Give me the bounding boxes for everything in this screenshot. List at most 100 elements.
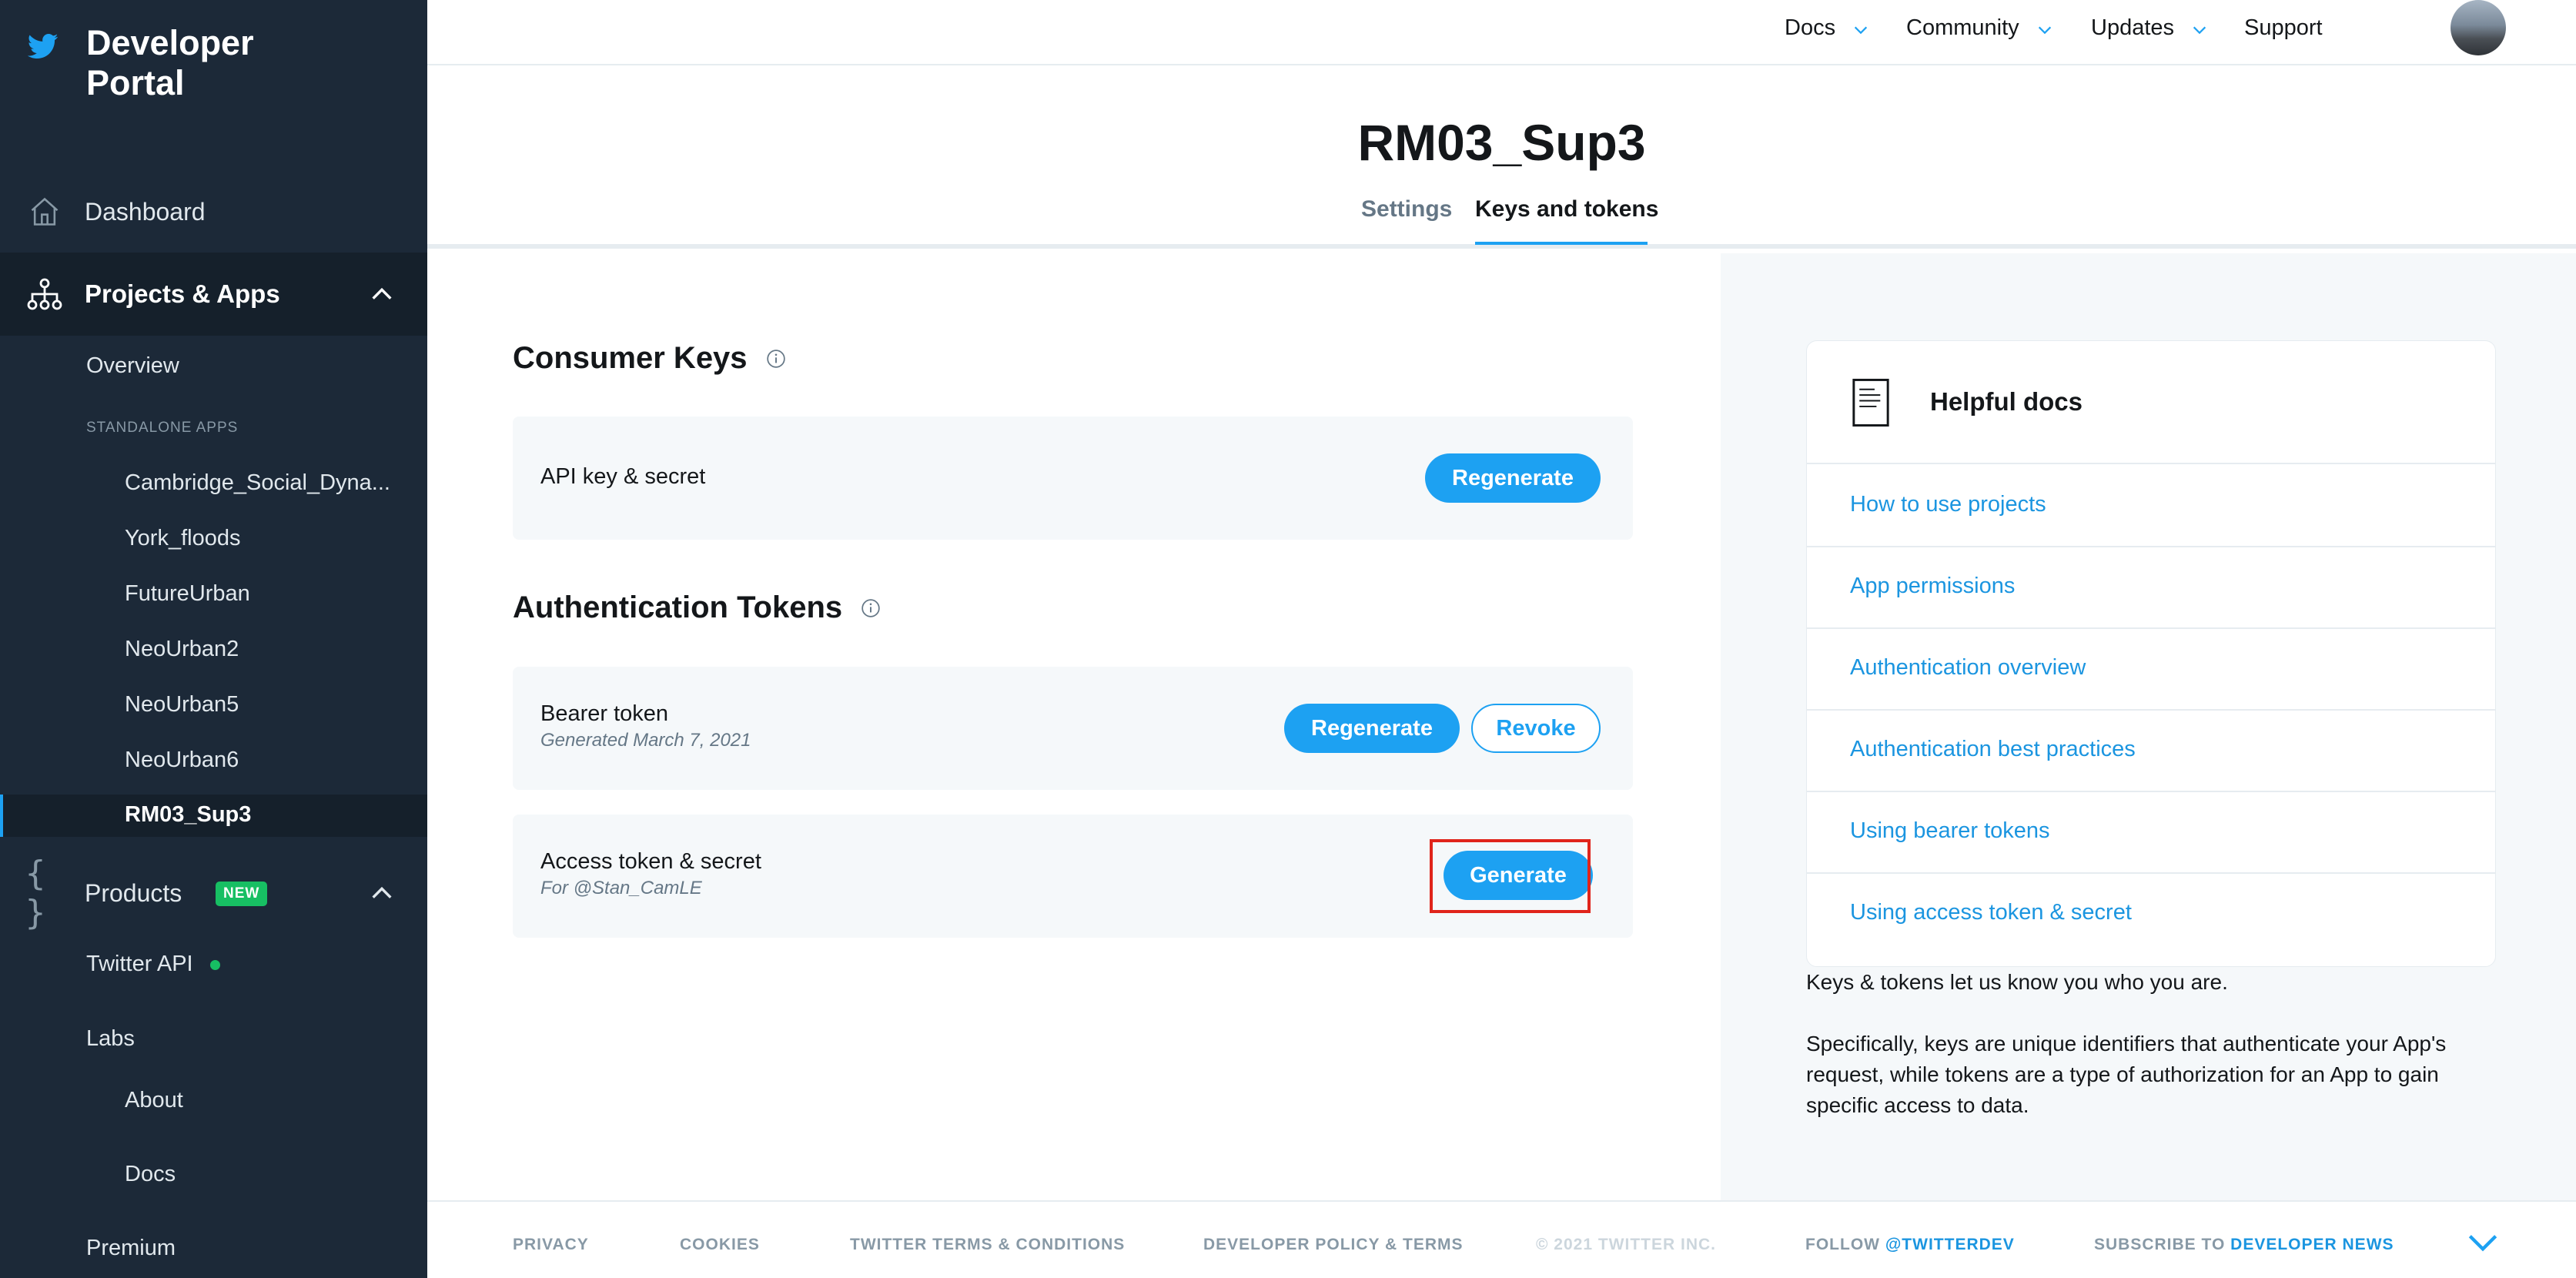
sidebar-item-about[interactable]: About	[125, 1088, 183, 1113]
doc-link[interactable]: Authentication overview	[1807, 629, 2495, 711]
sidebar-item-label: Twitter API	[86, 952, 193, 976]
doc-link-label: App permissions	[1850, 574, 2016, 598]
sidebar-app-item[interactable]: York_floods	[125, 526, 240, 551]
doc-link[interactable]: How to use projects	[1807, 466, 2495, 547]
chevron-up-icon[interactable]	[369, 281, 395, 307]
tab-keys-and-tokens[interactable]: Keys and tokens	[1475, 196, 1658, 222]
doc-link[interactable]: Using bearer tokens	[1807, 792, 2495, 874]
footer-terms-link[interactable]: TWITTER TERMS & CONDITIONS	[850, 1236, 1125, 1254]
brand-title: Developer Portal	[86, 23, 254, 102]
regenerate-bearer-token-button[interactable]: Regenerate	[1284, 704, 1460, 753]
chevron-down-icon	[2193, 26, 2206, 34]
home-icon	[25, 192, 65, 232]
new-badge: NEW	[216, 882, 268, 906]
helpful-docs-header: Helpful docs	[1807, 341, 2495, 464]
topnav-community[interactable]: Community	[1906, 15, 2053, 41]
consumer-keys-section-title: Consumer Keys	[513, 341, 786, 376]
document-icon	[1852, 378, 1889, 427]
active-tab-indicator	[1475, 242, 1648, 245]
twitter-logo-icon	[27, 34, 59, 59]
footer-follow-label: FOLLOW	[1805, 1236, 1880, 1253]
footer-cookies-link[interactable]: COOKIES	[680, 1236, 760, 1254]
bearer-token-label: Bearer token	[540, 701, 669, 726]
sidebar-item-premium[interactable]: Premium	[86, 1236, 176, 1261]
footer-subscribe-link[interactable]: DEVELOPER NEWS	[2230, 1236, 2394, 1253]
sidebar: Developer Portal Dashboard Projects & Ap…	[0, 0, 427, 1278]
topnav-label: Community	[1906, 15, 2019, 40]
regenerate-api-key-button[interactable]: Regenerate	[1425, 453, 1601, 503]
doc-link-label: Using access token & secret	[1850, 900, 2132, 925]
page-header: RM03_Sup3 Settings Keys and tokens	[427, 67, 2576, 249]
sidebar-item-dashboard[interactable]: Dashboard	[0, 185, 427, 239]
sidebar-item-products[interactable]: { } Products NEW	[0, 854, 427, 932]
sidebar-app-item[interactable]: Cambridge_Social_Dyna...	[125, 470, 390, 496]
sidebar-item-label: RM03_Sup3	[125, 802, 252, 827]
access-token-card: Access token & secret For @Stan_CamLE Ge…	[513, 815, 1633, 938]
standalone-apps-header: STANDALONE APPS	[86, 420, 239, 436]
sidebar-item-label: Projects & Apps	[85, 279, 280, 308]
chevron-up-icon[interactable]	[369, 880, 395, 906]
sidebar-item-label: Dashboard	[85, 197, 206, 226]
sidebar-item-projects-apps[interactable]: Projects & Apps	[0, 253, 427, 336]
topnav-label: Docs	[1785, 15, 1836, 40]
footer-privacy-link[interactable]: PRIVACY	[513, 1236, 589, 1254]
doc-link-label: How to use projects	[1850, 492, 2046, 517]
sidebar-item-twitter-api[interactable]: Twitter API	[86, 952, 220, 977]
info-icon[interactable]	[766, 349, 786, 369]
tab-settings[interactable]: Settings	[1361, 196, 1452, 222]
avatar[interactable]	[2451, 0, 2506, 55]
sidebar-app-item[interactable]: NeoUrban6	[125, 748, 239, 773]
highlight-box	[1430, 839, 1591, 913]
footer-follow-handle[interactable]: @TWITTERDEV	[1885, 1236, 2015, 1253]
sidebar-item-labs[interactable]: Labs	[86, 1026, 135, 1052]
chevron-down-icon[interactable]	[2467, 1231, 2498, 1254]
topnav-support[interactable]: Support	[2244, 15, 2323, 41]
section-title-label: Consumer Keys	[513, 341, 748, 375]
topnav-docs[interactable]: Docs	[1785, 15, 1869, 41]
access-token-label: Access token & secret	[540, 849, 761, 874]
doc-link[interactable]: Authentication best practices	[1807, 711, 2495, 792]
footer-subscribe[interactable]: SUBSCRIBE TO DEVELOPER NEWS	[2094, 1236, 2394, 1254]
sidebar-app-item[interactable]: FutureUrban	[125, 581, 250, 607]
bearer-token-date: Generated March 7, 2021	[540, 730, 751, 751]
doc-link-label: Authentication overview	[1850, 655, 2086, 680]
footer-policy-link[interactable]: DEVELOPER POLICY & TERMS	[1203, 1236, 1464, 1254]
doc-link[interactable]: Using access token & secret	[1807, 874, 2495, 955]
info-icon[interactable]	[861, 598, 881, 618]
api-key-label: API key & secret	[540, 464, 706, 489]
keys-tokens-explanation: Specifically, keys are unique identifier…	[1806, 1032, 2447, 1117]
topnav-label: Updates	[2091, 15, 2175, 40]
brand[interactable]: Developer Portal	[26, 23, 254, 103]
access-token-owner: For @Stan_CamLE	[540, 878, 702, 898]
sidebar-item-label: Products	[85, 878, 182, 907]
projects-hierarchy-icon	[25, 274, 65, 314]
curly-braces-icon: { }	[25, 854, 46, 932]
sidebar-app-item[interactable]: NeoUrban5	[125, 692, 239, 718]
sidebar-item-docs[interactable]: Docs	[125, 1162, 176, 1187]
topnav-updates[interactable]: Updates	[2091, 15, 2208, 41]
bearer-token-card: Bearer token Generated March 7, 2021 Reg…	[513, 667, 1633, 790]
footer: PRIVACY COOKIES TWITTER TERMS & CONDITIO…	[427, 1200, 2576, 1278]
chevron-down-icon	[2038, 26, 2051, 34]
footer-copyright: © 2021 TWITTER INC.	[1536, 1236, 1717, 1253]
footer-follow[interactable]: FOLLOW @TWITTERDEV	[1805, 1236, 2015, 1254]
helpful-docs-title: Helpful docs	[1930, 387, 2083, 416]
page-title: RM03_Sup3	[1357, 114, 1646, 171]
revoke-bearer-token-button[interactable]: Revoke	[1471, 704, 1601, 753]
chevron-down-icon	[1854, 26, 1868, 34]
sidebar-item-overview[interactable]: Overview	[86, 353, 179, 379]
auth-tokens-section-title: Authentication Tokens	[513, 590, 881, 625]
api-key-card: API key & secret Regenerate	[513, 417, 1633, 540]
main-content: Consumer Keys API key & secret Regenerat…	[427, 253, 1721, 1200]
doc-link-label: Using bearer tokens	[1850, 818, 2050, 843]
footer-subscribe-label: SUBSCRIBE TO	[2094, 1236, 2226, 1253]
helpful-docs-card: Helpful docs How to use projects App per…	[1806, 340, 2496, 967]
doc-link[interactable]: App permissions	[1807, 547, 2495, 629]
section-title-label: Authentication Tokens	[513, 590, 843, 624]
sidebar-app-item[interactable]: NeoUrban2	[125, 637, 239, 662]
status-dot	[209, 959, 220, 970]
doc-link-label: Authentication best practices	[1850, 737, 2136, 761]
topnav-label: Support	[2244, 15, 2323, 40]
keys-tokens-description: Keys & tokens let us know you who you ar…	[1806, 970, 2228, 994]
sidebar-app-item-active[interactable]: RM03_Sup3	[0, 795, 427, 837]
